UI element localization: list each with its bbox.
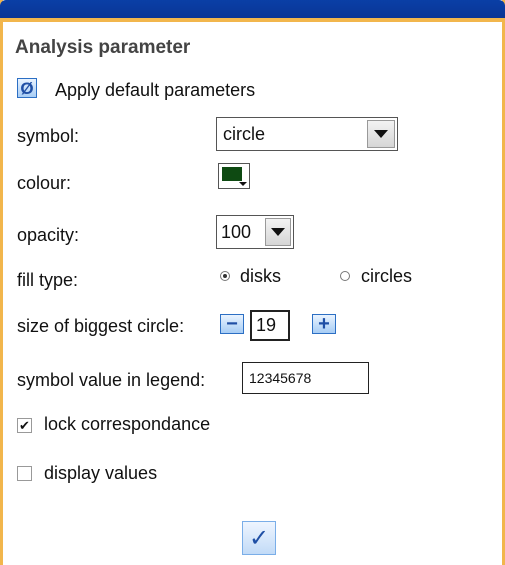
panel-title: Analysis parameter	[15, 37, 191, 58]
minus-icon: −	[226, 313, 238, 335]
display-values-label[interactable]: display values	[44, 463, 157, 484]
colour-picker[interactable]	[218, 163, 250, 189]
colour-label: colour:	[17, 173, 72, 193]
opacity-select-value: 100	[221, 221, 252, 242]
lock-correspondance-checkbox[interactable]: ✔	[17, 418, 32, 433]
fill-type-label: fill type:	[17, 270, 79, 290]
opacity-select[interactable]: 100	[216, 215, 294, 249]
display-values-checkbox[interactable]	[17, 466, 32, 481]
checkmark-icon: ✔	[19, 418, 30, 433]
checkmark-icon: ✓	[248, 524, 270, 552]
fill-type-circles-radio[interactable]	[340, 271, 350, 281]
biggest-circle-input[interactable]: 19	[250, 310, 290, 341]
biggest-circle-label: size of biggest circle:	[17, 316, 185, 336]
window-title-bar	[0, 0, 505, 22]
colour-swatch	[222, 167, 242, 181]
confirm-button[interactable]: ✓	[242, 521, 276, 555]
fill-type-circles-label[interactable]: circles	[361, 266, 412, 287]
fill-type-disks-radio[interactable]	[220, 271, 230, 281]
opacity-label: opacity:	[17, 225, 80, 245]
lock-correspondance-label[interactable]: lock correspondance	[44, 414, 210, 435]
chevron-down-icon[interactable]	[265, 218, 291, 246]
decrease-size-button[interactable]: −	[220, 314, 244, 334]
chevron-down-icon[interactable]	[367, 120, 395, 148]
reset-icon: Ø	[20, 78, 34, 98]
symbol-select[interactable]: circle	[216, 117, 398, 151]
chevron-down-icon	[239, 182, 247, 186]
apply-default-label[interactable]: Apply default parameters	[55, 80, 255, 101]
legend-value-label: symbol value in legend:	[17, 370, 206, 390]
increase-size-button[interactable]: +	[312, 314, 336, 334]
symbol-select-value: circle	[223, 123, 266, 144]
plus-icon: +	[318, 313, 330, 335]
apply-default-button[interactable]: Ø	[17, 78, 37, 98]
symbol-label: symbol:	[17, 126, 80, 146]
legend-value-input[interactable]: 12345678	[242, 362, 369, 394]
fill-type-disks-label[interactable]: disks	[240, 266, 281, 287]
